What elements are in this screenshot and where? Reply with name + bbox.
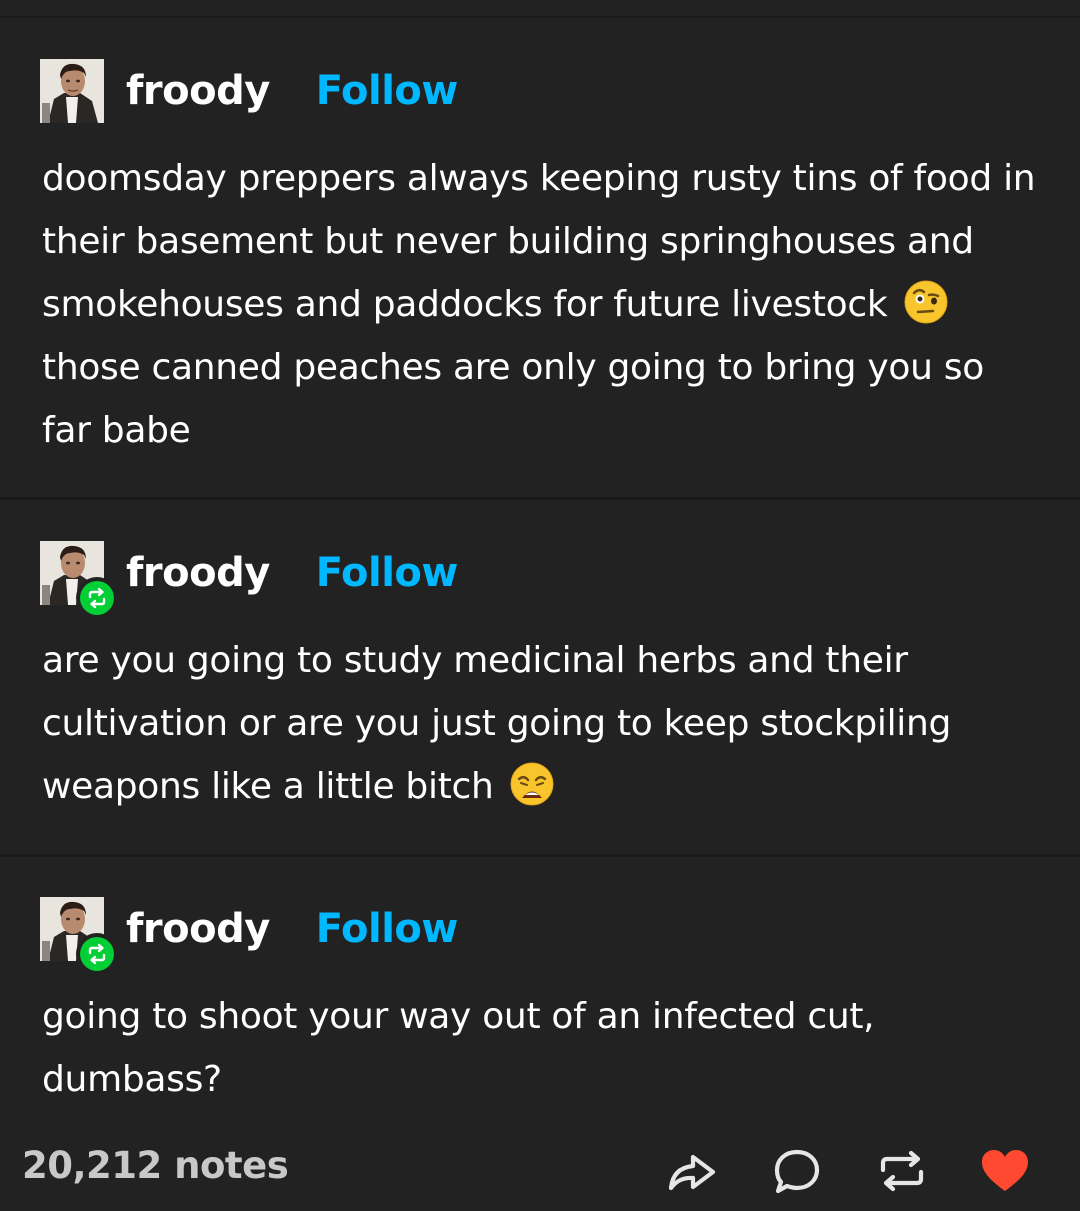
reply-button[interactable] [770,1144,824,1198]
post-reblog: froody Follow are you going to study med… [0,500,1080,854]
username[interactable]: froody [126,906,270,952]
post-original: froody Follow doomsday preppers always k… [0,18,1080,498]
avatar[interactable] [40,59,104,123]
post-header: froody Follow [40,538,459,619]
follow-button[interactable]: Follow [316,906,459,952]
reblog-icon [88,943,106,965]
like-button[interactable] [978,1144,1032,1198]
post-text-continued: those canned peaches are only going to b… [42,347,984,451]
reblog-badge [76,933,118,975]
avatar-image [40,59,104,123]
notes-count[interactable]: 20,212 notes [22,1144,289,1187]
post-text: going to shoot your way out of an infect… [42,996,875,1100]
like-heart-icon [982,1150,1028,1191]
post-body: doomsday preppers always keeping rusty t… [42,147,1042,462]
post-text: doomsday preppers always keeping rusty t… [42,158,1036,325]
follow-button[interactable]: Follow [316,68,459,114]
post-body: are you going to study medicinal herbs a… [42,629,1042,818]
reblog-icon [88,587,106,609]
share-button[interactable] [665,1144,719,1198]
reblog-icon [880,1150,924,1192]
post-header: froody Follow [40,894,459,975]
reply-icon [774,1149,820,1194]
reblog-badge [76,577,118,619]
reblog-button[interactable] [875,1144,929,1198]
username[interactable]: froody [126,68,270,114]
post-body: going to shoot your way out of an infect… [42,985,982,1111]
post-footer: 20,212 notes [0,1120,1080,1211]
post-reblog: froody Follow going to shoot your way ou… [0,857,1080,1120]
post-text: are you going to study medicinal herbs a… [42,640,952,807]
follow-button[interactable]: Follow [316,550,459,596]
avatar[interactable] [40,541,118,619]
post-header: froody Follow [40,56,458,126]
username[interactable]: froody [126,550,270,596]
share-icon [668,1154,716,1191]
weary-face-emoji [510,762,554,806]
face-with-raised-eyebrow-emoji [904,280,948,324]
avatar[interactable] [40,897,118,975]
